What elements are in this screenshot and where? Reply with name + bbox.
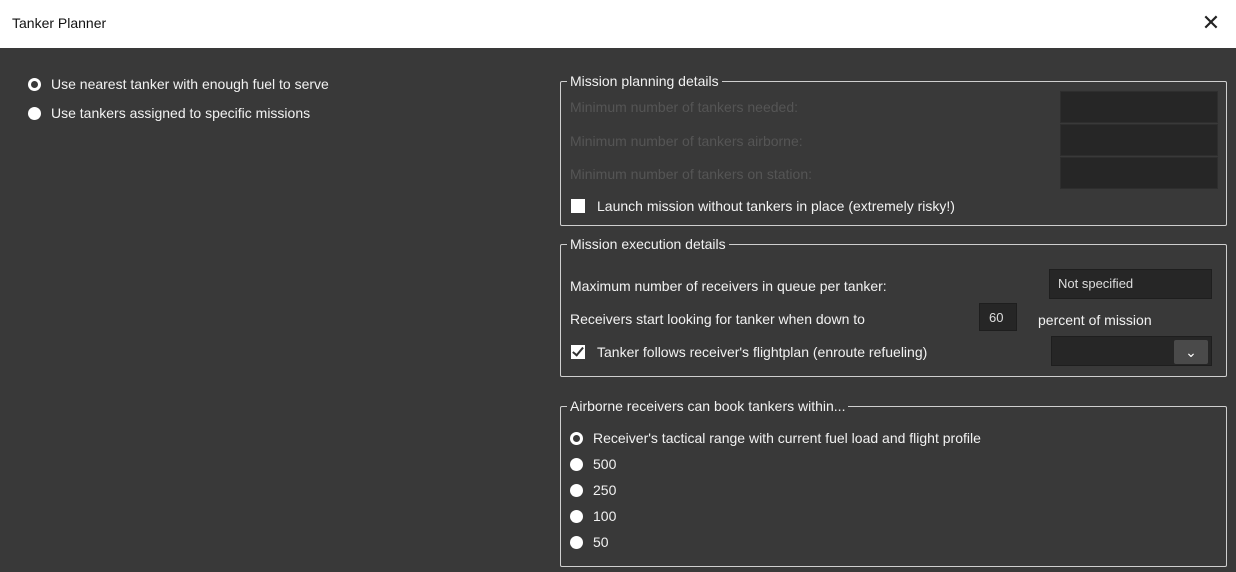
close-icon[interactable]: ✕	[1196, 8, 1226, 38]
radio-unselected-icon[interactable]	[570, 535, 583, 549]
follow-flightplan-label: Tanker follows receiver's flightplan (en…	[597, 344, 928, 360]
radio-unselected-icon[interactable]	[28, 106, 41, 120]
radio-nearest-tanker[interactable]: Use nearest tanker with enough fuel to s…	[28, 76, 329, 92]
flightplan-dropdown[interactable]: ⌄	[1051, 336, 1212, 366]
window-title: Tanker Planner	[12, 15, 107, 31]
min-tankers-on-station-field[interactable]	[1060, 157, 1218, 189]
radio-unselected-icon[interactable]	[570, 509, 583, 523]
follow-flightplan-checkbox[interactable]	[571, 345, 585, 359]
radio-assigned-tankers-label: Use tankers assigned to specific mission…	[51, 105, 311, 121]
radio-tactical-range-label: Receiver's tactical range with current f…	[593, 430, 981, 446]
max-receivers-label: Maximum number of receivers in queue per…	[570, 278, 887, 294]
follow-flightplan-row[interactable]: Tanker follows receiver's flightplan (en…	[571, 344, 927, 360]
min-tankers-airborne-field[interactable]	[1060, 124, 1218, 156]
receivers-start-percent-field[interactable]: 60	[979, 303, 1017, 331]
radio-range-100-label: 100	[593, 508, 617, 524]
radio-unselected-icon[interactable]	[570, 483, 583, 497]
radio-range-250-label: 250	[593, 482, 617, 498]
radio-range-100[interactable]: 100	[570, 508, 616, 524]
min-tankers-needed-label: Minimum number of tankers needed:	[570, 99, 798, 115]
airborne-booking-legend: Airborne receivers can book tankers with…	[570, 398, 846, 414]
min-tankers-airborne-label: Minimum number of tankers airborne:	[570, 133, 803, 149]
radio-range-50-label: 50	[593, 534, 609, 550]
radio-tactical-range[interactable]: Receiver's tactical range with current f…	[570, 430, 981, 446]
title-bar: Tanker Planner ✕	[0, 0, 1236, 48]
receivers-start-prefix: Receivers start looking for tanker when …	[570, 311, 865, 327]
mission-planning-legend: Mission planning details	[570, 73, 719, 89]
min-tankers-needed-field[interactable]	[1060, 91, 1218, 123]
radio-range-50[interactable]: 50	[570, 534, 609, 550]
radio-selected-icon[interactable]	[28, 77, 41, 91]
radio-assigned-tankers[interactable]: Use tankers assigned to specific mission…	[28, 105, 310, 121]
launch-without-tankers-row[interactable]: Launch mission without tankers in place …	[571, 198, 955, 214]
radio-unselected-icon[interactable]	[570, 457, 583, 471]
chevron-down-icon[interactable]: ⌄	[1174, 340, 1208, 364]
tanker-planner-content: Use nearest tanker with enough fuel to s…	[0, 48, 1236, 572]
radio-nearest-tanker-label: Use nearest tanker with enough fuel to s…	[51, 76, 329, 92]
launch-without-tankers-checkbox[interactable]	[571, 199, 585, 213]
airborne-booking-group: Airborne receivers can book tankers with…	[560, 398, 1227, 567]
receivers-start-suffix: percent of mission	[1038, 312, 1152, 328]
mission-execution-legend: Mission execution details	[570, 236, 726, 252]
launch-without-tankers-label: Launch mission without tankers in place …	[597, 198, 955, 214]
min-tankers-on-station-label: Minimum number of tankers on station:	[570, 166, 812, 182]
radio-range-500[interactable]: 500	[570, 456, 616, 472]
radio-range-500-label: 500	[593, 456, 617, 472]
max-receivers-field[interactable]: Not specified	[1049, 269, 1212, 299]
radio-selected-icon[interactable]	[570, 431, 583, 445]
radio-range-250[interactable]: 250	[570, 482, 616, 498]
